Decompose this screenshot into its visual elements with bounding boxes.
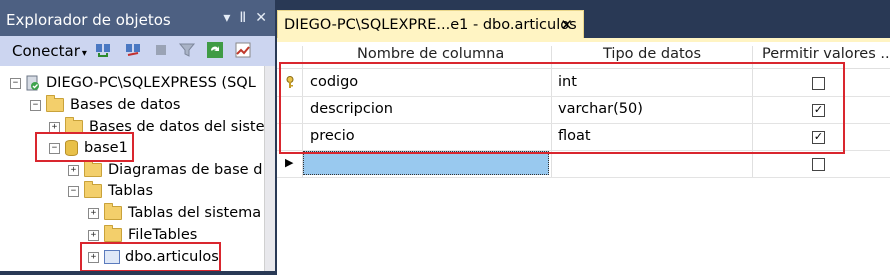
tree-node-server[interactable]: − DIEGO-PC\SQLEXPRESS (SQL <box>10 72 256 94</box>
connect-button[interactable]: Conectar ▾ <box>12 42 87 60</box>
object-explorer-tree: − DIEGO-PC\SQLEXPRESS (SQL − Bases de da… <box>0 66 264 271</box>
folder-icon <box>84 160 102 177</box>
new-column-name-input[interactable] <box>303 151 549 175</box>
collapse-icon[interactable]: − <box>30 99 41 111</box>
object-explorer-title: Explorador de objetos <box>6 11 171 29</box>
tree-node-label: FileTables <box>128 227 198 243</box>
row-selector-arrow-icon: ▶ <box>285 156 294 169</box>
object-explorer-panel: Explorador de objetos ▾ Ⅱ ✕ Conectar ▾ − … <box>0 0 276 271</box>
tree-node-tables[interactable]: − Tablas <box>68 180 153 202</box>
tree-node-label: Diagramas de base d <box>108 162 263 178</box>
server-icon <box>26 75 39 91</box>
pin-icon[interactable]: Ⅱ <box>239 10 246 26</box>
collapse-icon[interactable]: − <box>10 77 21 89</box>
highlight-box-base1 <box>35 132 134 162</box>
dropdown-icon[interactable]: ▾ <box>223 10 230 26</box>
close-tab-icon[interactable]: ✕ <box>560 16 573 34</box>
connect-label: Conectar <box>12 42 80 60</box>
folder-icon <box>46 95 64 112</box>
refresh-icon[interactable] <box>206 41 224 59</box>
object-explorer-titlebar: Explorador de objetos ▾ Ⅱ ✕ <box>0 0 275 36</box>
tree-node-label: Tablas <box>108 183 154 199</box>
table-designer-grid: Nombre de columna Tipo de datos Permitir… <box>277 38 890 275</box>
expand-icon[interactable]: + <box>88 207 99 219</box>
column-header-nulls[interactable]: Permitir valores ... <box>762 46 890 62</box>
highlight-box-columns <box>279 62 845 154</box>
activity-monitor-icon[interactable] <box>234 41 252 59</box>
folder-icon <box>84 181 102 198</box>
highlight-box-articulos <box>80 242 221 271</box>
close-icon[interactable]: ✕ <box>255 10 267 26</box>
titlebar-buttons: ▾ Ⅱ ✕ <box>223 10 267 26</box>
chevron-down-icon: ▾ <box>81 48 87 59</box>
object-explorer-toolbar: Conectar ▾ <box>0 36 275 66</box>
tree-node-label: Bases de datos <box>70 97 181 113</box>
tree-node-diagrams[interactable]: + Diagramas de base d <box>68 159 262 181</box>
tree-node-label: DIEGO-PC\SQLEXPRESS (SQL <box>46 75 256 91</box>
tree-node-system-tables[interactable]: + Tablas del sistema <box>88 202 261 224</box>
expand-icon[interactable]: + <box>68 164 79 176</box>
folder-icon <box>104 225 122 242</box>
connect-server-icon[interactable] <box>94 41 112 59</box>
disconnect-server-icon[interactable] <box>124 41 142 59</box>
expand-icon[interactable]: + <box>49 121 60 133</box>
allow-nulls-checkbox[interactable] <box>812 158 825 171</box>
column-header-type[interactable]: Tipo de datos <box>603 46 701 62</box>
folder-icon <box>104 203 122 220</box>
tree-node-databases[interactable]: − Bases de datos <box>30 94 180 116</box>
tab-table-designer[interactable]: DIEGO-PC\SQLEXPRE...e1 - dbo.articulos ✕ <box>277 10 584 39</box>
column-header-name[interactable]: Nombre de columna <box>357 46 504 62</box>
table-row-new[interactable]: ▶ <box>277 150 890 178</box>
expand-icon[interactable]: + <box>88 229 99 241</box>
tab-title: DIEGO-PC\SQLEXPRE...e1 - dbo.articulos <box>284 17 577 33</box>
filter-icon[interactable] <box>178 41 196 59</box>
collapse-icon[interactable]: − <box>68 185 79 197</box>
stop-icon[interactable] <box>152 41 170 59</box>
tree-node-label: Tablas del sistema <box>128 205 262 221</box>
